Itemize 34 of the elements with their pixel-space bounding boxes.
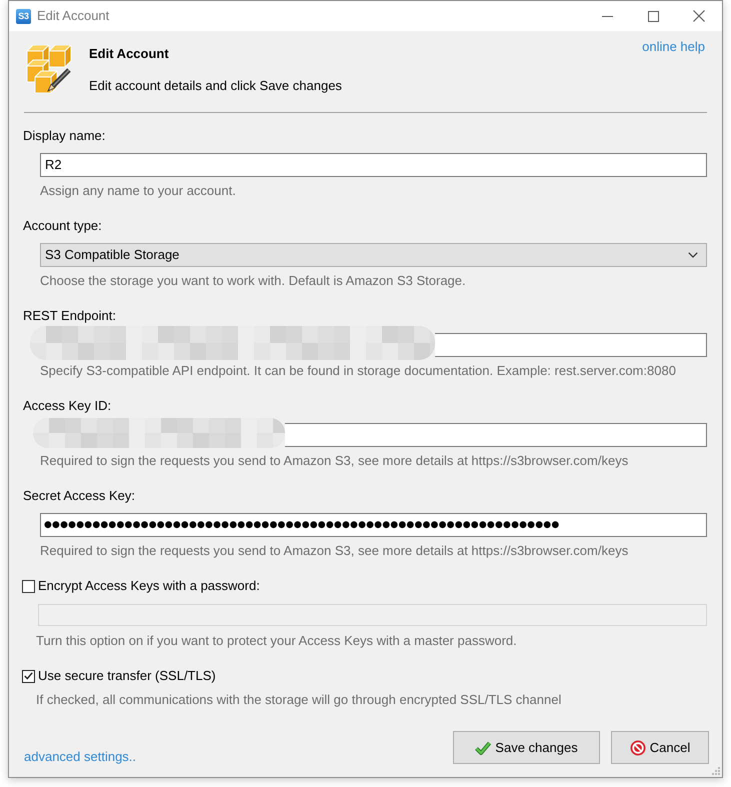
boxes-with-pencil-icon [24,45,72,93]
maximize-icon[interactable] [648,10,658,22]
option-hint: Turn this option on if you want to protect your Access Keys with a master password. [36,633,518,649]
window-title: Edit Account [37,8,110,24]
text-field[interactable]: R2 [40,153,707,177]
no-entry-icon [630,740,646,756]
password-field[interactable]: ●●●●●●●●●●●●●●●●●●●●●●●●●●●●●●●●●●●●●●●●●●●●●●●●●●●●●●●●●●●●●●●● [40,513,707,537]
resize-grip-icon[interactable] [711,766,720,775]
field-label: Account type: [23,218,103,234]
field-hint: Required to sign the requests you send to Amazon S3, see more details at https://s3browser.com/keys [40,543,630,559]
checkbox-label[interactable]: Use secure transfer (SSL/TLS) [38,668,216,684]
field-label: Access Key ID: [23,398,112,414]
dialog-subtitle: Edit account details and click Save changes [89,78,342,94]
text-field[interactable] [285,423,707,447]
field-hint: Assign any name to your account. [40,183,237,199]
option-hint: If checked, all communications with the storage will go through encrypted SSL/TLS channel [36,692,562,708]
checkbox-label[interactable]: Encrypt Access Keys with a password: [38,578,260,594]
text-field[interactable] [435,333,707,357]
chevron-down-icon [688,252,698,258]
field-hint: Specify S3-compatible API endpoint. It can be found in storage documentation. Example: rest.server.com:8080 [40,363,677,379]
cancel-button[interactable]: Cancel [611,731,709,764]
field-label: Secret Access Key: [23,488,136,504]
field-hint: Choose the storage you want to work with. Default is Amazon S3 Storage. [40,273,467,289]
dropdown[interactable]: S3 Compatible Storage [40,243,707,267]
app-logo: S3 [16,8,31,24]
close-icon[interactable] [693,10,705,22]
dialog-title: Edit Account [89,46,170,62]
save-button[interactable]: Save changes [453,731,600,764]
field-label: Display name: [23,128,106,144]
checkmark-icon [475,740,492,756]
field-label: REST Endpoint: [23,308,117,324]
field-hint: Required to sign the requests you send to Amazon S3, see more details at https://s3browser.com/keys [40,453,630,469]
checkbox[interactable] [22,580,35,592]
checkbox[interactable] [22,670,35,682]
